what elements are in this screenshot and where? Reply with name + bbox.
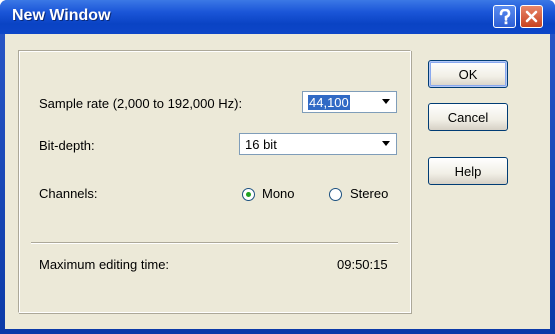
mono-radio[interactable] xyxy=(242,188,255,201)
sample-rate-label: Sample rate (2,000 to 192,000 Hz): xyxy=(39,96,243,111)
max-editing-time-label: Maximum editing time: xyxy=(39,257,170,272)
close-button[interactable] xyxy=(520,5,543,28)
help-title-button[interactable] xyxy=(493,5,516,28)
divider xyxy=(31,242,398,244)
bit-depth-value: 16 bit xyxy=(245,137,277,152)
sample-rate-combo[interactable]: 44,100 xyxy=(302,91,397,113)
channels-label: Channels: xyxy=(39,186,98,201)
stereo-label[interactable]: Stereo xyxy=(350,186,388,201)
sample-rate-value[interactable]: 44,100 xyxy=(308,95,350,110)
ok-button[interactable]: OK xyxy=(428,60,508,88)
chevron-down-icon[interactable] xyxy=(377,135,395,153)
settings-group: Sample rate (2,000 to 192,000 Hz): 44,10… xyxy=(18,50,411,313)
close-x-icon xyxy=(525,10,538,23)
bit-depth-label: Bit-depth: xyxy=(39,138,95,153)
help-button[interactable]: Help xyxy=(428,157,508,185)
window-title: New Window xyxy=(12,7,111,24)
question-mark-icon xyxy=(499,8,510,24)
chevron-down-icon[interactable] xyxy=(377,93,395,111)
new-window-dialog: New Window Sample rate (2,000 to 192,000… xyxy=(0,0,555,334)
title-bar[interactable]: New Window xyxy=(0,0,555,34)
dialog-body: Sample rate (2,000 to 192,000 Hz): 44,10… xyxy=(5,34,550,329)
mono-label[interactable]: Mono xyxy=(262,186,295,201)
stereo-radio[interactable] xyxy=(329,188,342,201)
bit-depth-combo[interactable]: 16 bit xyxy=(239,133,397,155)
max-editing-time-value: 09:50:15 xyxy=(337,257,388,272)
cancel-button[interactable]: Cancel xyxy=(428,103,508,131)
